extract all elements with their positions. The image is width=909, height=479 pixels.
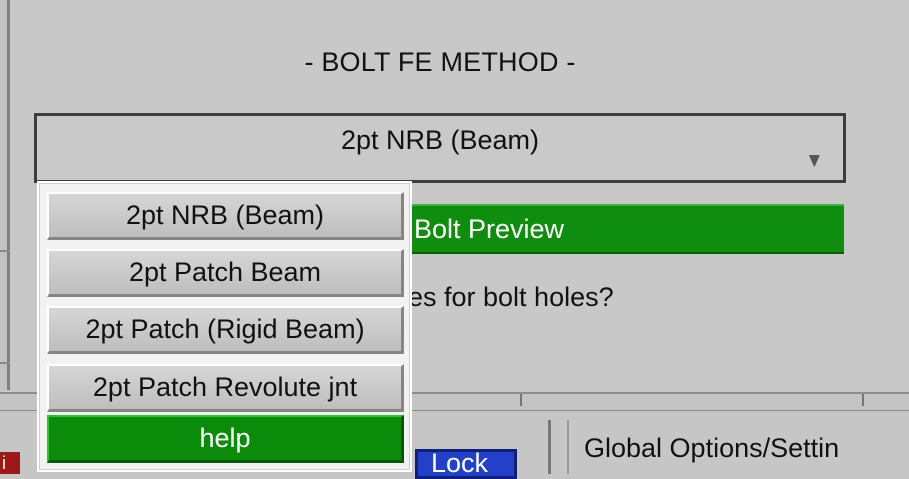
- bolt-preview-button[interactable]: Bolt Preview: [408, 204, 844, 254]
- menu-option-help[interactable]: help: [47, 415, 404, 463]
- toolbar-separator: [548, 420, 551, 474]
- menu-option-2pt-patch-rigid-beam[interactable]: 2pt Patch (Rigid Beam): [47, 306, 404, 354]
- menu-option-label: help: [199, 423, 251, 453]
- left-panel-rail: [0, 0, 10, 390]
- menu-option-2pt-nrb-beam[interactable]: 2pt NRB (Beam): [47, 192, 404, 240]
- dropdown-arrow-icon[interactable]: ▼: [805, 149, 824, 173]
- menu-option-2pt-patch-revolute-jnt[interactable]: 2pt Patch Revolute jnt: [47, 364, 404, 412]
- bolt-method-options-menu: 2pt NRB (Beam) 2pt Patch Beam 2pt Patch …: [37, 181, 412, 472]
- bolt-holes-question: es for bolt holes?: [408, 282, 614, 312]
- menu-option-label: 2pt Patch Revolute jnt: [92, 372, 358, 402]
- menu-option-2pt-patch-beam[interactable]: 2pt Patch Beam: [47, 249, 404, 297]
- menu-option-label: 2pt Patch (Rigid Beam): [85, 314, 365, 344]
- bolt-preview-label: Bolt Preview: [414, 213, 565, 244]
- divider-notch: [862, 394, 864, 406]
- menu-option-label: 2pt Patch Beam: [128, 257, 322, 287]
- toolbar-separator: [567, 420, 569, 474]
- bolt-fe-method-title: - BOLT FE METHOD -: [304, 47, 576, 77]
- global-options-tab[interactable]: Global Options/Settin: [584, 433, 839, 464]
- selected-method-value: 2pt NRB (Beam): [340, 124, 540, 155]
- red-status-tab[interactable]: i: [0, 452, 20, 474]
- left-rail-tick: [0, 362, 10, 364]
- divider-notch: [520, 394, 522, 406]
- lock-button[interactable]: Lock: [415, 449, 517, 479]
- bolt-fe-method-panel: - BOLT FE METHOD - 2pt NRB (Beam) ▼ Bolt…: [0, 0, 909, 479]
- menu-option-label: 2pt NRB (Beam): [125, 200, 325, 230]
- left-rail-tick: [0, 250, 10, 252]
- bolt-fe-method-dropdown[interactable]: 2pt NRB (Beam) ▼: [34, 113, 846, 183]
